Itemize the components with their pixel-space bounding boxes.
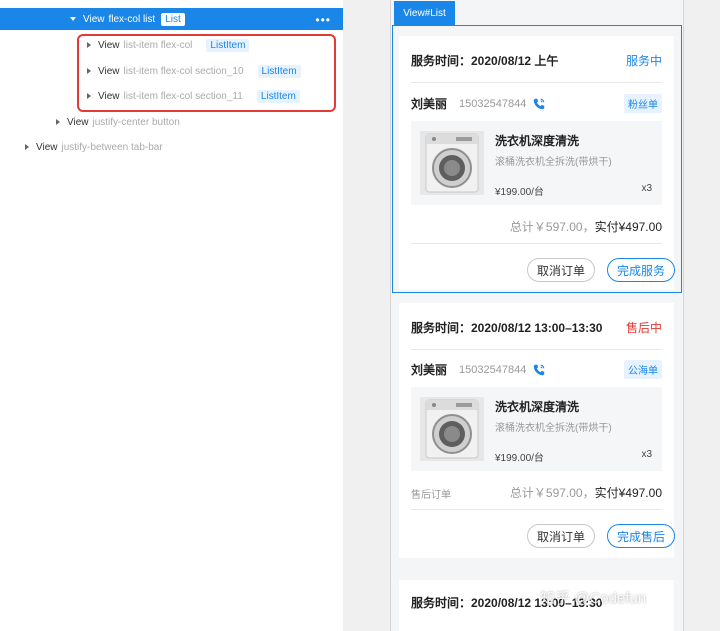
node-class: justify-between tab-bar [62, 142, 163, 153]
customer-phone: 15032547844 [459, 364, 526, 376]
paid-amount: 实付¥497.00 [595, 486, 662, 500]
tree-node-tab-bar[interactable]: View justify-between tab-bar [25, 136, 169, 158]
divider [411, 509, 662, 510]
product-title: 洗衣机深度清洗 [495, 132, 579, 149]
order-type-badge: 公海单 [624, 360, 662, 379]
phone-call-icon[interactable] [532, 363, 546, 377]
order-card[interactable]: 服务时间：2020/08/12 13:00–13:30 售后中 刘美丽 1503… [399, 303, 674, 558]
product-description: 滚桶洗衣机全拆洗(带烘干) [495, 419, 612, 434]
product-price: ¥199.00/台 [495, 449, 544, 464]
order-status: 售后中 [626, 319, 662, 336]
product-block[interactable]: 洗衣机深度清洗 滚桶洗衣机全拆洗(带烘干) ¥199.00/台 x3 [411, 121, 662, 205]
customer-name: 刘美丽 [411, 361, 447, 378]
washing-machine-image [420, 131, 484, 195]
customer-row: 刘美丽 15032547844 粉丝单 [411, 95, 662, 112]
complete-after-sale-button[interactable]: 完成售后 [607, 524, 675, 548]
divider [411, 82, 662, 83]
order-status: 服务中 [626, 52, 662, 69]
total-amount: 总计￥597.00， [510, 220, 595, 234]
component-tree-panel: View flex-col list List ••• View list-it… [0, 0, 343, 631]
node-tag: View [83, 14, 105, 25]
node-tag: View [67, 117, 89, 128]
node-class: flex-col list [109, 14, 156, 25]
panel-divider [343, 0, 377, 631]
divider [411, 349, 662, 350]
more-options-icon[interactable]: ••• [315, 13, 331, 27]
product-quantity: x3 [641, 449, 652, 460]
expand-arrow-icon[interactable] [70, 17, 76, 21]
phone-call-icon[interactable] [532, 97, 546, 111]
list-component-label: View#List [394, 1, 455, 25]
customer-name: 刘美丽 [411, 95, 447, 112]
order-totals: 总计￥597.00，实付¥497.00 [510, 218, 662, 235]
service-time: 服务时间：2020/08/12 上午 [411, 52, 558, 69]
after-sale-label: 售后订单 [411, 486, 451, 501]
product-title: 洗衣机深度清洗 [495, 398, 579, 415]
washing-machine-image [420, 397, 484, 461]
paid-amount: 实付¥497.00 [595, 220, 662, 234]
cancel-order-button[interactable]: 取消订单 [527, 524, 595, 548]
selection-highlight-box [77, 34, 336, 112]
order-type-badge: 粉丝单 [624, 94, 662, 113]
customer-phone: 15032547844 [459, 98, 526, 110]
order-card[interactable]: 服务时间：2020/08/12 上午 服务中 刘美丽 15032547844 粉… [399, 36, 674, 290]
order-totals: 总计￥597.00，实付¥497.00 [510, 484, 662, 501]
complete-service-button[interactable]: 完成服务 [607, 258, 675, 282]
product-quantity: x3 [641, 183, 652, 194]
customer-row: 刘美丽 15032547844 公海单 [411, 361, 662, 378]
divider [411, 243, 662, 244]
product-description: 滚桶洗衣机全拆洗(带烘干) [495, 153, 612, 168]
service-time: 服务时间：2020/08/12 13:00–13:30 [411, 319, 602, 336]
total-amount: 总计￥597.00， [510, 486, 595, 500]
tree-node-list[interactable]: View flex-col list List ••• [0, 8, 343, 30]
watermark-text: 知乎 @Codefun [540, 587, 646, 608]
preview-panel: View#List 服务时间：2020/08/12 上午 服务中 刘美丽 150… [377, 0, 720, 631]
node-badge: List [161, 13, 185, 26]
phone-canvas: View#List 服务时间：2020/08/12 上午 服务中 刘美丽 150… [390, 0, 684, 631]
service-time-row: 服务时间：2020/08/12 13:00–13:30 售后中 [411, 319, 662, 336]
tree-node-button[interactable]: View justify-center button [56, 111, 186, 133]
expand-arrow-icon[interactable] [25, 144, 29, 150]
expand-arrow-icon[interactable] [56, 119, 60, 125]
screen: View flex-col list List ••• View list-it… [0, 0, 720, 631]
node-tag: View [36, 142, 58, 153]
service-time-row: 服务时间：2020/08/12 上午 服务中 [411, 52, 662, 69]
product-price: ¥199.00/台 [495, 183, 544, 198]
node-class: justify-center button [93, 117, 180, 128]
cancel-order-button[interactable]: 取消订单 [527, 258, 595, 282]
product-block[interactable]: 洗衣机深度清洗 滚桶洗衣机全拆洗(带烘干) ¥199.00/台 x3 [411, 387, 662, 471]
